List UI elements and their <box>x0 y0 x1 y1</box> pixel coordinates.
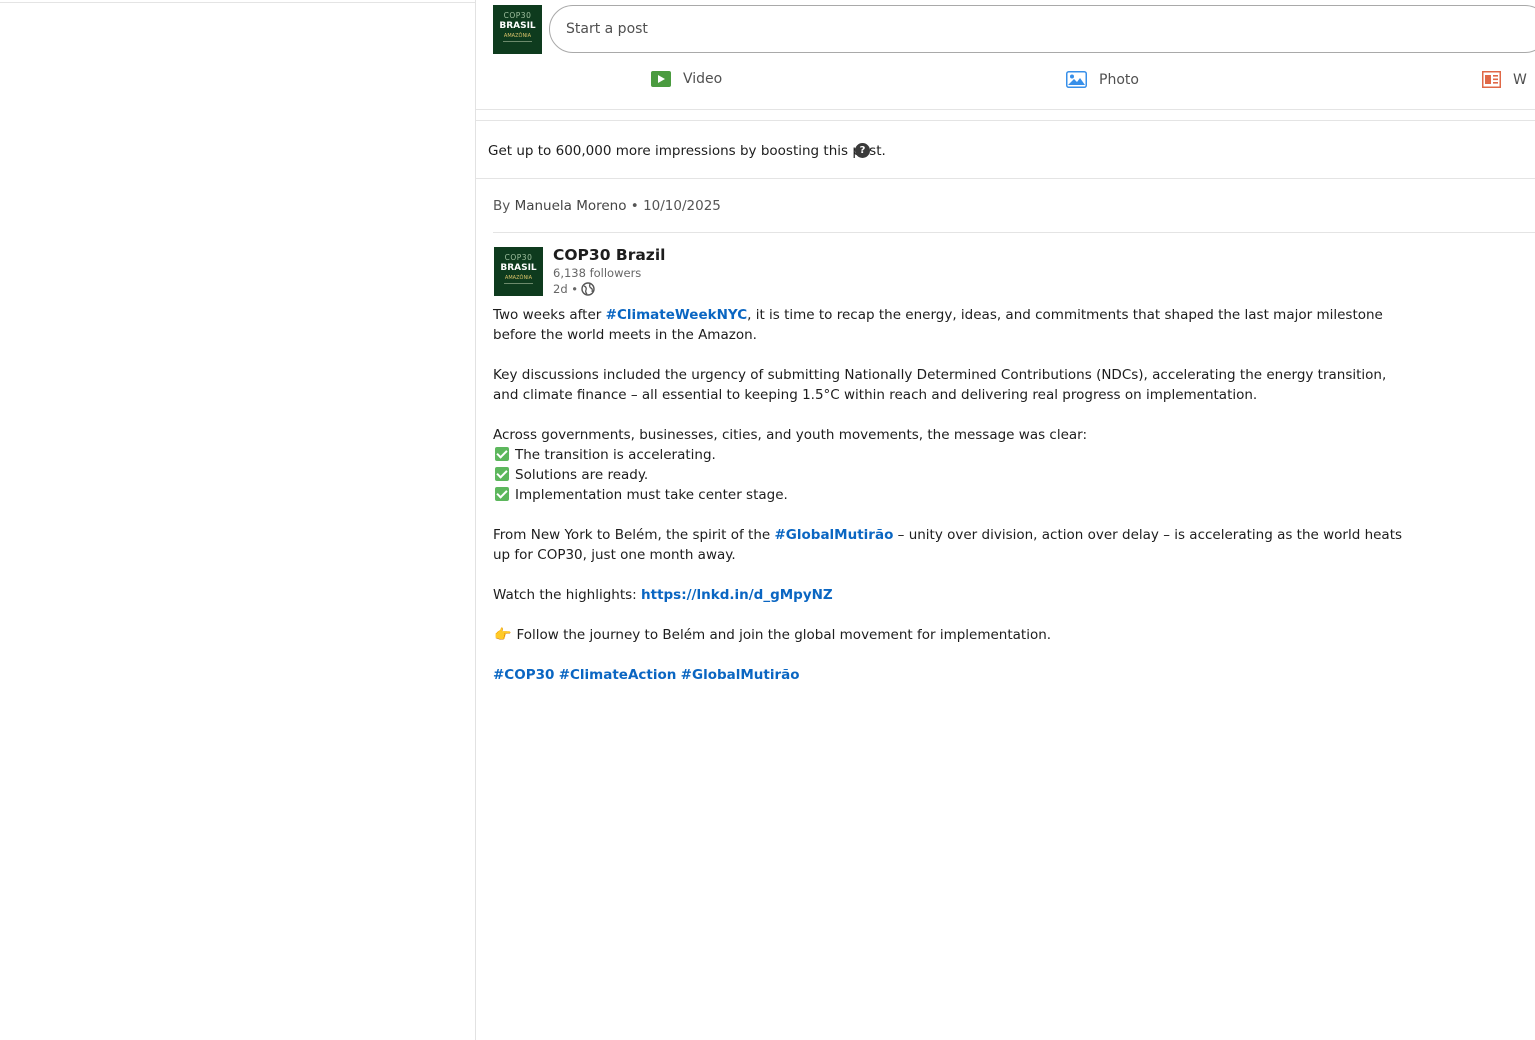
post-age: 2d • <box>553 282 579 296</box>
checklist-text: The transition is accelerating. <box>515 447 716 463</box>
byline-date: 10/10/2025 <box>643 198 721 214</box>
video-icon <box>651 71 671 87</box>
byline-author[interactable]: Manuela Moreno <box>515 198 627 214</box>
checkmark-icon <box>495 467 509 481</box>
checkmark-icon <box>495 487 509 501</box>
checklist-text: Solutions are ready. <box>515 467 649 483</box>
logo-line-2: BRASIL <box>500 263 537 273</box>
post-author-name[interactable]: COP30 Brazil <box>553 246 665 264</box>
checklist-item: Solutions are ready. <box>493 465 1408 485</box>
post-paragraph-4: From New York to Belém, the spirit of th… <box>493 525 1408 565</box>
write-article-label: W <box>1513 71 1527 88</box>
checklist-text: Implementation must take center stage. <box>515 487 788 503</box>
logo-line-1: COP30 <box>503 11 532 20</box>
boost-text: Get up to 600,000 more impressions by bo… <box>488 143 886 159</box>
photo-button[interactable]: Photo <box>1066 71 1139 88</box>
hashtag-cop30[interactable]: #COP30 <box>493 667 554 683</box>
post-body: Two weeks after #ClimateWeekNYC, it is t… <box>493 305 1408 705</box>
hashtag-globalmutirao[interactable]: #GlobalMutirão <box>774 527 893 543</box>
globe-icon <box>581 282 595 296</box>
paragraph-4-start: From New York to Belém, the spirit of th… <box>493 527 775 543</box>
video-button[interactable]: Video <box>651 71 722 87</box>
write-article-button[interactable]: W <box>1482 71 1527 88</box>
boost-banner: Get up to 600,000 more impressions by bo… <box>476 120 1535 179</box>
left-panel-rule <box>0 2 476 3</box>
logo-divider <box>503 41 532 42</box>
pointing-hand-icon: 👉 <box>494 627 512 643</box>
article-icon <box>1482 71 1501 88</box>
hashtag-climateaction[interactable]: #ClimateAction <box>559 667 677 683</box>
start-post-placeholder: Start a post <box>566 21 648 37</box>
follow-text: Follow the journey to Belém and join the… <box>516 627 1052 643</box>
post-paragraph-1: Two weeks after #ClimateWeekNYC, it is t… <box>493 305 1408 345</box>
post-hashtags: #COP30 #ClimateAction #GlobalMutirão <box>493 665 1408 685</box>
logo-line-3: AMAZÔNIA <box>504 275 533 281</box>
checklist-item: Implementation must take center stage. <box>493 485 1408 505</box>
logo-line-2: BRASIL <box>499 21 536 31</box>
hashtag-globalmutirao[interactable]: #GlobalMutirão <box>681 667 800 683</box>
watch-label: Watch the highlights: <box>493 587 641 603</box>
post-author-avatar[interactable]: COP30 BRASIL AMAZÔNIA <box>494 247 543 296</box>
post-author-followers: 6,138 followers <box>553 266 642 280</box>
photo-button-label: Photo <box>1099 71 1139 88</box>
post-byline: By Manuela Moreno • 10/10/2025 <box>493 198 721 214</box>
post-paragraph-3: Across governments, businesses, cities, … <box>493 427 1088 443</box>
paragraph-1-start: Two weeks after <box>493 307 606 323</box>
byline-divider <box>493 232 1535 233</box>
video-button-label: Video <box>683 71 723 87</box>
highlights-link[interactable]: https://lnkd.in/d_gMpyNZ <box>641 587 833 603</box>
post-meta: 2d • <box>553 282 595 296</box>
post-paragraph-2: Key discussions included the urgency of … <box>493 367 1387 403</box>
checkmark-icon <box>495 447 509 461</box>
composer-avatar-logo[interactable]: COP30 BRASIL AMAZÔNIA <box>493 5 542 54</box>
hashtag-climateweeknyc[interactable]: #ClimateWeekNYC <box>606 307 747 323</box>
logo-line-1: COP30 <box>504 253 533 262</box>
start-post-input[interactable]: Start a post <box>549 5 1535 53</box>
logo-line-3: AMAZÔNIA <box>503 33 532 39</box>
post-paragraph-watch: Watch the highlights: https://lnkd.in/d_… <box>493 585 1408 605</box>
byline-prefix: By <box>493 198 511 214</box>
logo-divider <box>504 283 533 284</box>
post-paragraph-follow: 👉 Follow the journey to Belém and join th… <box>493 625 1408 645</box>
post-composer: COP30 BRASIL AMAZÔNIA Start a post Video… <box>476 0 1535 110</box>
byline-separator: • <box>630 198 639 214</box>
help-icon[interactable]: ? <box>855 143 870 158</box>
photo-icon <box>1066 71 1087 88</box>
checklist-item: The transition is accelerating. <box>493 445 1408 465</box>
